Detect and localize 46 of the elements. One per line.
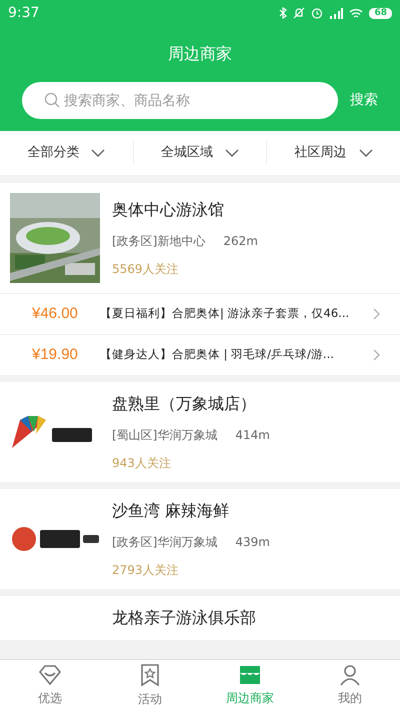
tab-item[interactable]: 我的	[300, 660, 400, 711]
signal-icon	[329, 8, 344, 18]
merchant-name: 盘熟里（万象城店）	[112, 393, 257, 415]
chevron-right-icon	[373, 308, 380, 320]
deal-title: 【夏日福利】合肥奥体| 游泳亲子套票，仅46...	[100, 305, 350, 322]
search-field[interactable]: 搜索商家、商品名称	[22, 82, 338, 119]
merchant-name: 奥体中心游泳馆	[112, 199, 225, 221]
deal-row[interactable]: ¥46.00 【夏日福利】合肥奥体| 游泳亲子套票，仅46...	[0, 293, 400, 334]
person-icon	[339, 664, 361, 686]
alarm-icon	[311, 7, 324, 19]
merchant-distance: 262m	[223, 233, 258, 250]
merchant-card[interactable]: 盘熟里（万象城店） [蜀山区]华润万象城 414m 943人关注	[0, 382, 400, 482]
follower-count: 943人关注	[112, 455, 172, 472]
filter-dropdown[interactable]: 全城区域	[161, 143, 239, 163]
follower-count: 2793人关注	[112, 562, 180, 579]
filter-dropdown[interactable]: 社区周边	[294, 143, 373, 163]
merchant-area: [蜀山区]华润万象城	[112, 426, 218, 444]
merchant-card[interactable]: 奥体中心游泳馆 [政务区]新地中心 262m 5569人关注 ¥46.00 【夏日福利】合肥奥体| 游泳亲子套票，仅46... ¥19.90 【健身达人】合肥奥体 | 羽毛球/乒乓球/游...	[0, 183, 400, 375]
merchant-card[interactable]: 龙格亲子游泳俱乐部	[0, 596, 400, 640]
bookmark-star-icon	[140, 663, 160, 687]
merchant-area: [政务区]新地中心	[112, 232, 206, 250]
merchant-name: 龙格亲子游泳俱乐部	[112, 607, 256, 629]
chevron-right-icon	[373, 349, 380, 361]
wifi-icon	[349, 8, 364, 18]
shop-icon	[238, 664, 262, 686]
bluetooth-icon	[279, 7, 288, 19]
chevron-down-icon	[358, 148, 373, 158]
deal-price: ¥19.90	[32, 344, 79, 365]
status-time: 9:37	[8, 4, 40, 22]
chevron-down-icon	[225, 148, 239, 158]
merchant-name: 沙鱼湾 麻辣海鲜	[112, 500, 230, 522]
deal-title: 【健身达人】合肥奥体 | 羽毛球/乒乓球/游...	[100, 346, 335, 364]
tab-item[interactable]: 优选	[0, 660, 100, 711]
merchant-distance: 414m	[235, 427, 270, 444]
tab-item[interactable]: 活动	[100, 660, 200, 711]
page-title: 周边商家	[168, 43, 232, 65]
battery-indicator: 68	[369, 8, 392, 18]
filter-dropdown[interactable]: 全部分类	[27, 143, 106, 163]
deal-row[interactable]: ¥19.90 【健身达人】合肥奥体 | 羽毛球/乒乓球/游...	[0, 334, 400, 375]
merchant-distance: 439m	[235, 534, 270, 551]
merchant-card[interactable]: 沙鱼湾 麻辣海鲜 [政务区]华润万象城 439m 2793人关注	[0, 489, 400, 589]
merchant-area: [政务区]华润万象城	[112, 533, 218, 551]
follower-count: 5569人关注	[112, 261, 180, 278]
chevron-down-icon	[91, 148, 106, 158]
deal-price: ¥46.00	[32, 304, 79, 324]
shell-logo-icon	[10, 524, 100, 554]
